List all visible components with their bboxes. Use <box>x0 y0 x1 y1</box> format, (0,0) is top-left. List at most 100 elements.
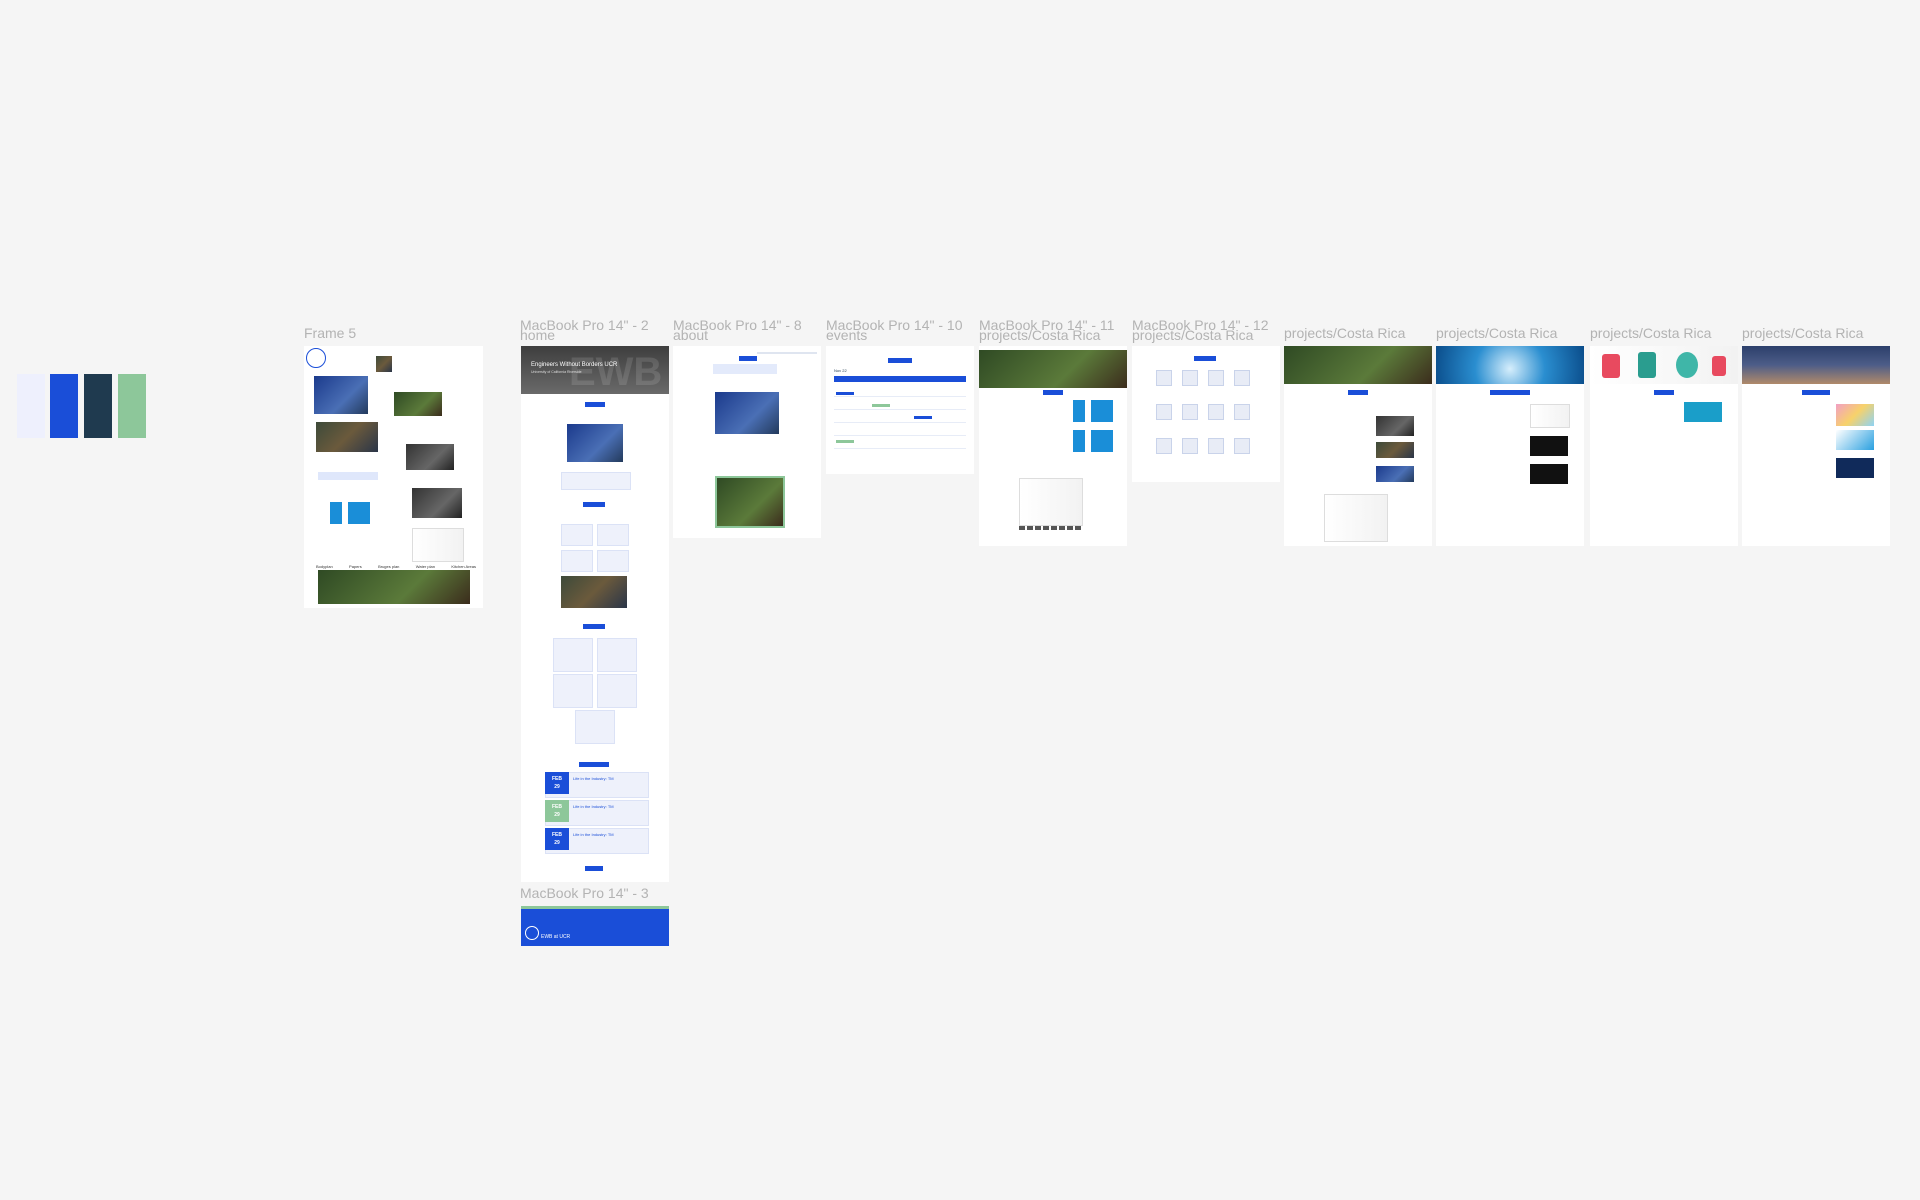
member-card[interactable] <box>1208 438 1224 454</box>
frame-label-costarica-c[interactable]: projects/Costa Rica <box>1590 326 1711 340</box>
tab-water-plan[interactable]: Water plan <box>416 564 435 569</box>
photo-equipment <box>412 488 462 518</box>
member-card[interactable] <box>1156 404 1172 420</box>
member-card[interactable] <box>1234 370 1250 386</box>
photo-device <box>406 444 454 470</box>
design-canvas: Frame 5 Bodyplan Papers Bruges plan Wate… <box>0 0 1920 1200</box>
calendar-event-chip[interactable] <box>914 416 932 419</box>
event-title-2: Life in the Industry: TM <box>573 804 614 809</box>
footer-brand: EWB at UCR <box>541 934 571 940</box>
frame-label-footer[interactable]: MacBook Pro 14" - 3 <box>520 886 649 900</box>
ewb-logo-icon <box>306 348 326 368</box>
project-tag <box>1490 390 1530 395</box>
calendar-event-chip[interactable] <box>872 404 890 407</box>
frame-frame5[interactable]: Bodyplan Papers Bruges plan Water plan K… <box>304 346 483 608</box>
section-tag-3 <box>583 624 605 629</box>
hero-robots <box>1590 346 1738 384</box>
photo-3 <box>1376 466 1414 482</box>
frame-costarica-a[interactable] <box>1284 346 1432 546</box>
frame-costarica-d[interactable] <box>1742 346 1890 546</box>
photo-sample <box>1530 404 1570 428</box>
water-diagram-1 <box>1073 400 1113 422</box>
member-card[interactable] <box>1156 438 1172 454</box>
frame-label-home[interactable]: MacBook Pro 14" - 2 home <box>520 318 649 342</box>
frame5-tab-row: Bodyplan Papers Bruges plan Water plan K… <box>316 564 476 569</box>
events-tag <box>888 358 912 363</box>
value-card-1 <box>561 524 593 546</box>
frame-home[interactable]: Engineers Without Borders UCR University… <box>521 346 669 882</box>
frame-costarica-b[interactable] <box>1436 346 1584 546</box>
photo-screen <box>1836 458 1874 478</box>
tab-bruges-plan[interactable]: Bruges plan <box>378 564 399 569</box>
palette-swatch-navy[interactable] <box>84 374 112 438</box>
water-diagram-icon <box>330 502 370 524</box>
calendar-month-title: Nov 22 <box>834 368 847 373</box>
frame-events[interactable]: Nov 22 <box>826 346 974 474</box>
frame-label-about[interactable]: MacBook Pro 14" - 8 about <box>673 318 802 342</box>
member-card[interactable] <box>1234 404 1250 420</box>
frame-label-frame5[interactable]: Frame 5 <box>304 326 356 340</box>
photo-prototype <box>1324 494 1388 542</box>
value-card-3 <box>561 550 593 572</box>
photo-group <box>316 422 378 452</box>
member-card[interactable] <box>1156 370 1172 386</box>
frame-costarica-11[interactable] <box>979 346 1127 546</box>
frame-costarica-12[interactable] <box>1132 346 1280 482</box>
tab-bodyplan[interactable]: Bodyplan <box>316 564 333 569</box>
photo-team-home <box>567 424 623 462</box>
carousel-thumbs[interactable] <box>1019 526 1081 530</box>
frame-label-events[interactable]: MacBook Pro 14" - 10 events <box>826 318 962 342</box>
frame-label-costarica-b[interactable]: projects/Costa Rica <box>1436 326 1557 340</box>
event-date-2: FEB 29 <box>545 800 569 822</box>
member-card[interactable] <box>1208 404 1224 420</box>
project-tag <box>1654 390 1674 395</box>
photo-colorful <box>1836 404 1874 426</box>
palette-swatch-blue[interactable] <box>50 374 78 438</box>
photo-team <box>314 376 368 414</box>
frame-costarica-c[interactable] <box>1590 346 1738 546</box>
calendar-event-chip[interactable] <box>836 392 854 395</box>
program-card-4 <box>597 674 637 708</box>
photo-board <box>1684 402 1722 422</box>
water-diagram-2 <box>1073 430 1113 452</box>
palette-swatch-light[interactable] <box>17 374 45 438</box>
frame-about[interactable] <box>673 346 821 538</box>
social-icons[interactable] <box>585 866 603 871</box>
member-card[interactable] <box>1182 404 1198 420</box>
frame-label-costarica-12[interactable]: MacBook Pro 14" - 12 projects/Costa Rica <box>1132 318 1268 342</box>
calendar-header <box>834 376 966 382</box>
about-logo-banner <box>713 364 777 374</box>
section-tag-2 <box>583 502 605 507</box>
member-card[interactable] <box>1182 438 1198 454</box>
calendar-event-chip[interactable] <box>836 440 854 443</box>
nav-bar <box>757 352 817 354</box>
footer-green-strip <box>521 906 669 909</box>
tab-papers[interactable]: Papers <box>349 564 362 569</box>
program-card-2 <box>597 638 637 672</box>
palette-swatch-green[interactable] <box>118 374 146 438</box>
member-card[interactable] <box>1182 370 1198 386</box>
tab-kitchen-areas[interactable]: Kitchen Areas <box>451 564 476 569</box>
hero-photo <box>979 350 1127 388</box>
value-card-4 <box>597 550 629 572</box>
hero-water-drop <box>1436 346 1584 384</box>
event-title-1: Life in the Industry: TM <box>573 776 614 781</box>
photo-members <box>561 576 627 608</box>
member-card[interactable] <box>1234 438 1250 454</box>
project-tag <box>1348 390 1368 395</box>
logo-banner <box>318 472 378 480</box>
program-card-3 <box>553 674 593 708</box>
event-title-3: Life in the Industry: TM <box>573 832 614 837</box>
frame-label-costarica-d[interactable]: projects/Costa Rica <box>1742 326 1863 340</box>
photo-micro-2 <box>1530 464 1568 484</box>
frame-label-costarica-11[interactable]: MacBook Pro 14" - 11 projects/Costa Rica <box>979 318 1114 342</box>
calendar-grid[interactable] <box>834 384 966 458</box>
frame-label-costarica-a[interactable]: projects/Costa Rica <box>1284 326 1405 340</box>
home-hero: Engineers Without Borders UCR University… <box>521 346 669 394</box>
program-card-5 <box>575 710 615 744</box>
section-tag <box>585 402 605 407</box>
frame-footer[interactable]: EWB at UCR <box>521 906 669 946</box>
photo-micro-1 <box>1530 436 1568 456</box>
member-card[interactable] <box>1208 370 1224 386</box>
hero-city <box>1742 346 1890 384</box>
